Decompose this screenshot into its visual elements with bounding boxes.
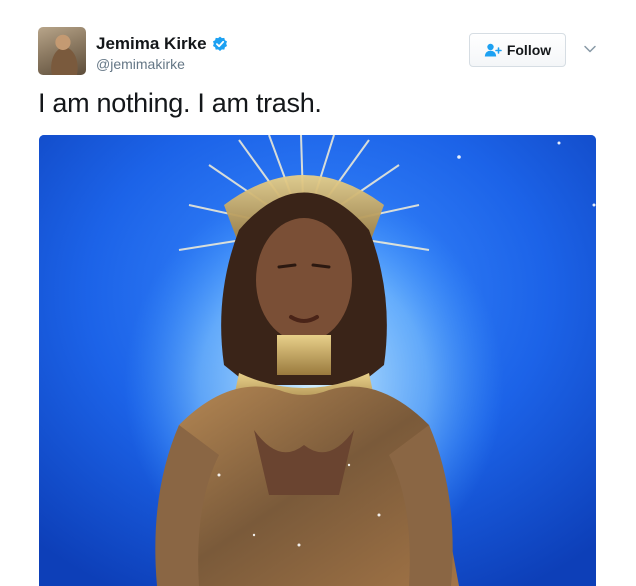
tweet-card: Jemima Kirke @jemimakirke Follow I am no…: [0, 0, 636, 586]
add-user-icon: [484, 43, 502, 57]
author-name-row: Jemima Kirke: [96, 34, 228, 54]
chevron-down-icon[interactable]: [583, 44, 597, 54]
author-avatar[interactable]: [38, 27, 86, 75]
tweet-text: I am nothing. I am trash.: [38, 88, 322, 118]
follow-button-label: Follow: [506, 42, 552, 58]
tweet-media-photo[interactable]: [39, 135, 596, 586]
author-name[interactable]: Jemima Kirke: [96, 34, 207, 54]
verified-badge-icon: [212, 36, 227, 51]
author-handle[interactable]: @jemimakirke: [96, 56, 185, 72]
follow-button[interactable]: Follow: [469, 33, 566, 67]
photo-content: [39, 135, 596, 586]
